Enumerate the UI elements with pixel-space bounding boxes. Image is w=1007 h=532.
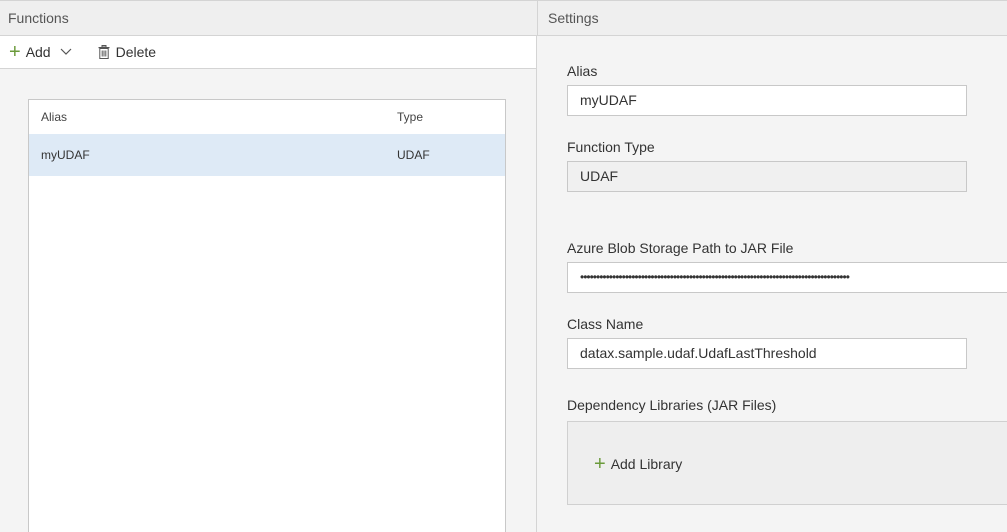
- functions-panel-title: Functions: [0, 0, 537, 36]
- table-header: Alias Type: [29, 100, 505, 134]
- settings-panel-title: Settings: [537, 0, 1007, 36]
- trash-icon: [98, 45, 110, 59]
- column-header-type[interactable]: Type: [397, 110, 423, 124]
- table-row[interactable]: myUDAF UDAF: [29, 134, 505, 176]
- alias-input[interactable]: myUDAF: [567, 85, 967, 116]
- plus-icon: +: [594, 453, 606, 475]
- class-name-label: Class Name: [567, 316, 644, 332]
- add-button-label: Add: [25, 44, 51, 60]
- dependency-libraries-box: + Add Library: [567, 421, 1007, 505]
- add-library-button[interactable]: + Add Library: [594, 454, 682, 474]
- alias-label: Alias: [567, 63, 598, 79]
- jar-path-label: Azure Blob Storage Path to JAR File: [567, 240, 794, 256]
- delete-button[interactable]: Delete: [98, 36, 156, 69]
- functions-toolbar: + Add Delete: [0, 36, 536, 69]
- function-type-label: Function Type: [567, 139, 655, 155]
- class-name-input[interactable]: datax.sample.udaf.UdafLastThreshold: [567, 338, 967, 369]
- add-button[interactable]: + Add: [9, 36, 73, 69]
- functions-table: Alias Type myUDAF UDAF: [28, 99, 506, 532]
- chevron-down-icon[interactable]: [59, 45, 73, 59]
- jar-path-input[interactable]: ••••••••••••••••••••••••••••••••••••••••…: [567, 262, 1007, 293]
- function-type-field: UDAF: [567, 161, 967, 192]
- dependency-libraries-label: Dependency Libraries (JAR Files): [567, 397, 777, 413]
- column-header-alias[interactable]: Alias: [41, 110, 67, 124]
- delete-button-label: Delete: [115, 44, 157, 60]
- row-type-cell: UDAF: [397, 148, 430, 162]
- settings-panel: Alias myUDAF Function Type UDAF Azure Bl…: [537, 36, 1007, 532]
- plus-icon: +: [9, 41, 21, 63]
- functions-panel: + Add Delete Alias Type myUDAF UDAF: [0, 36, 536, 532]
- row-alias-cell: myUDAF: [41, 148, 90, 162]
- add-library-label: Add Library: [610, 456, 683, 472]
